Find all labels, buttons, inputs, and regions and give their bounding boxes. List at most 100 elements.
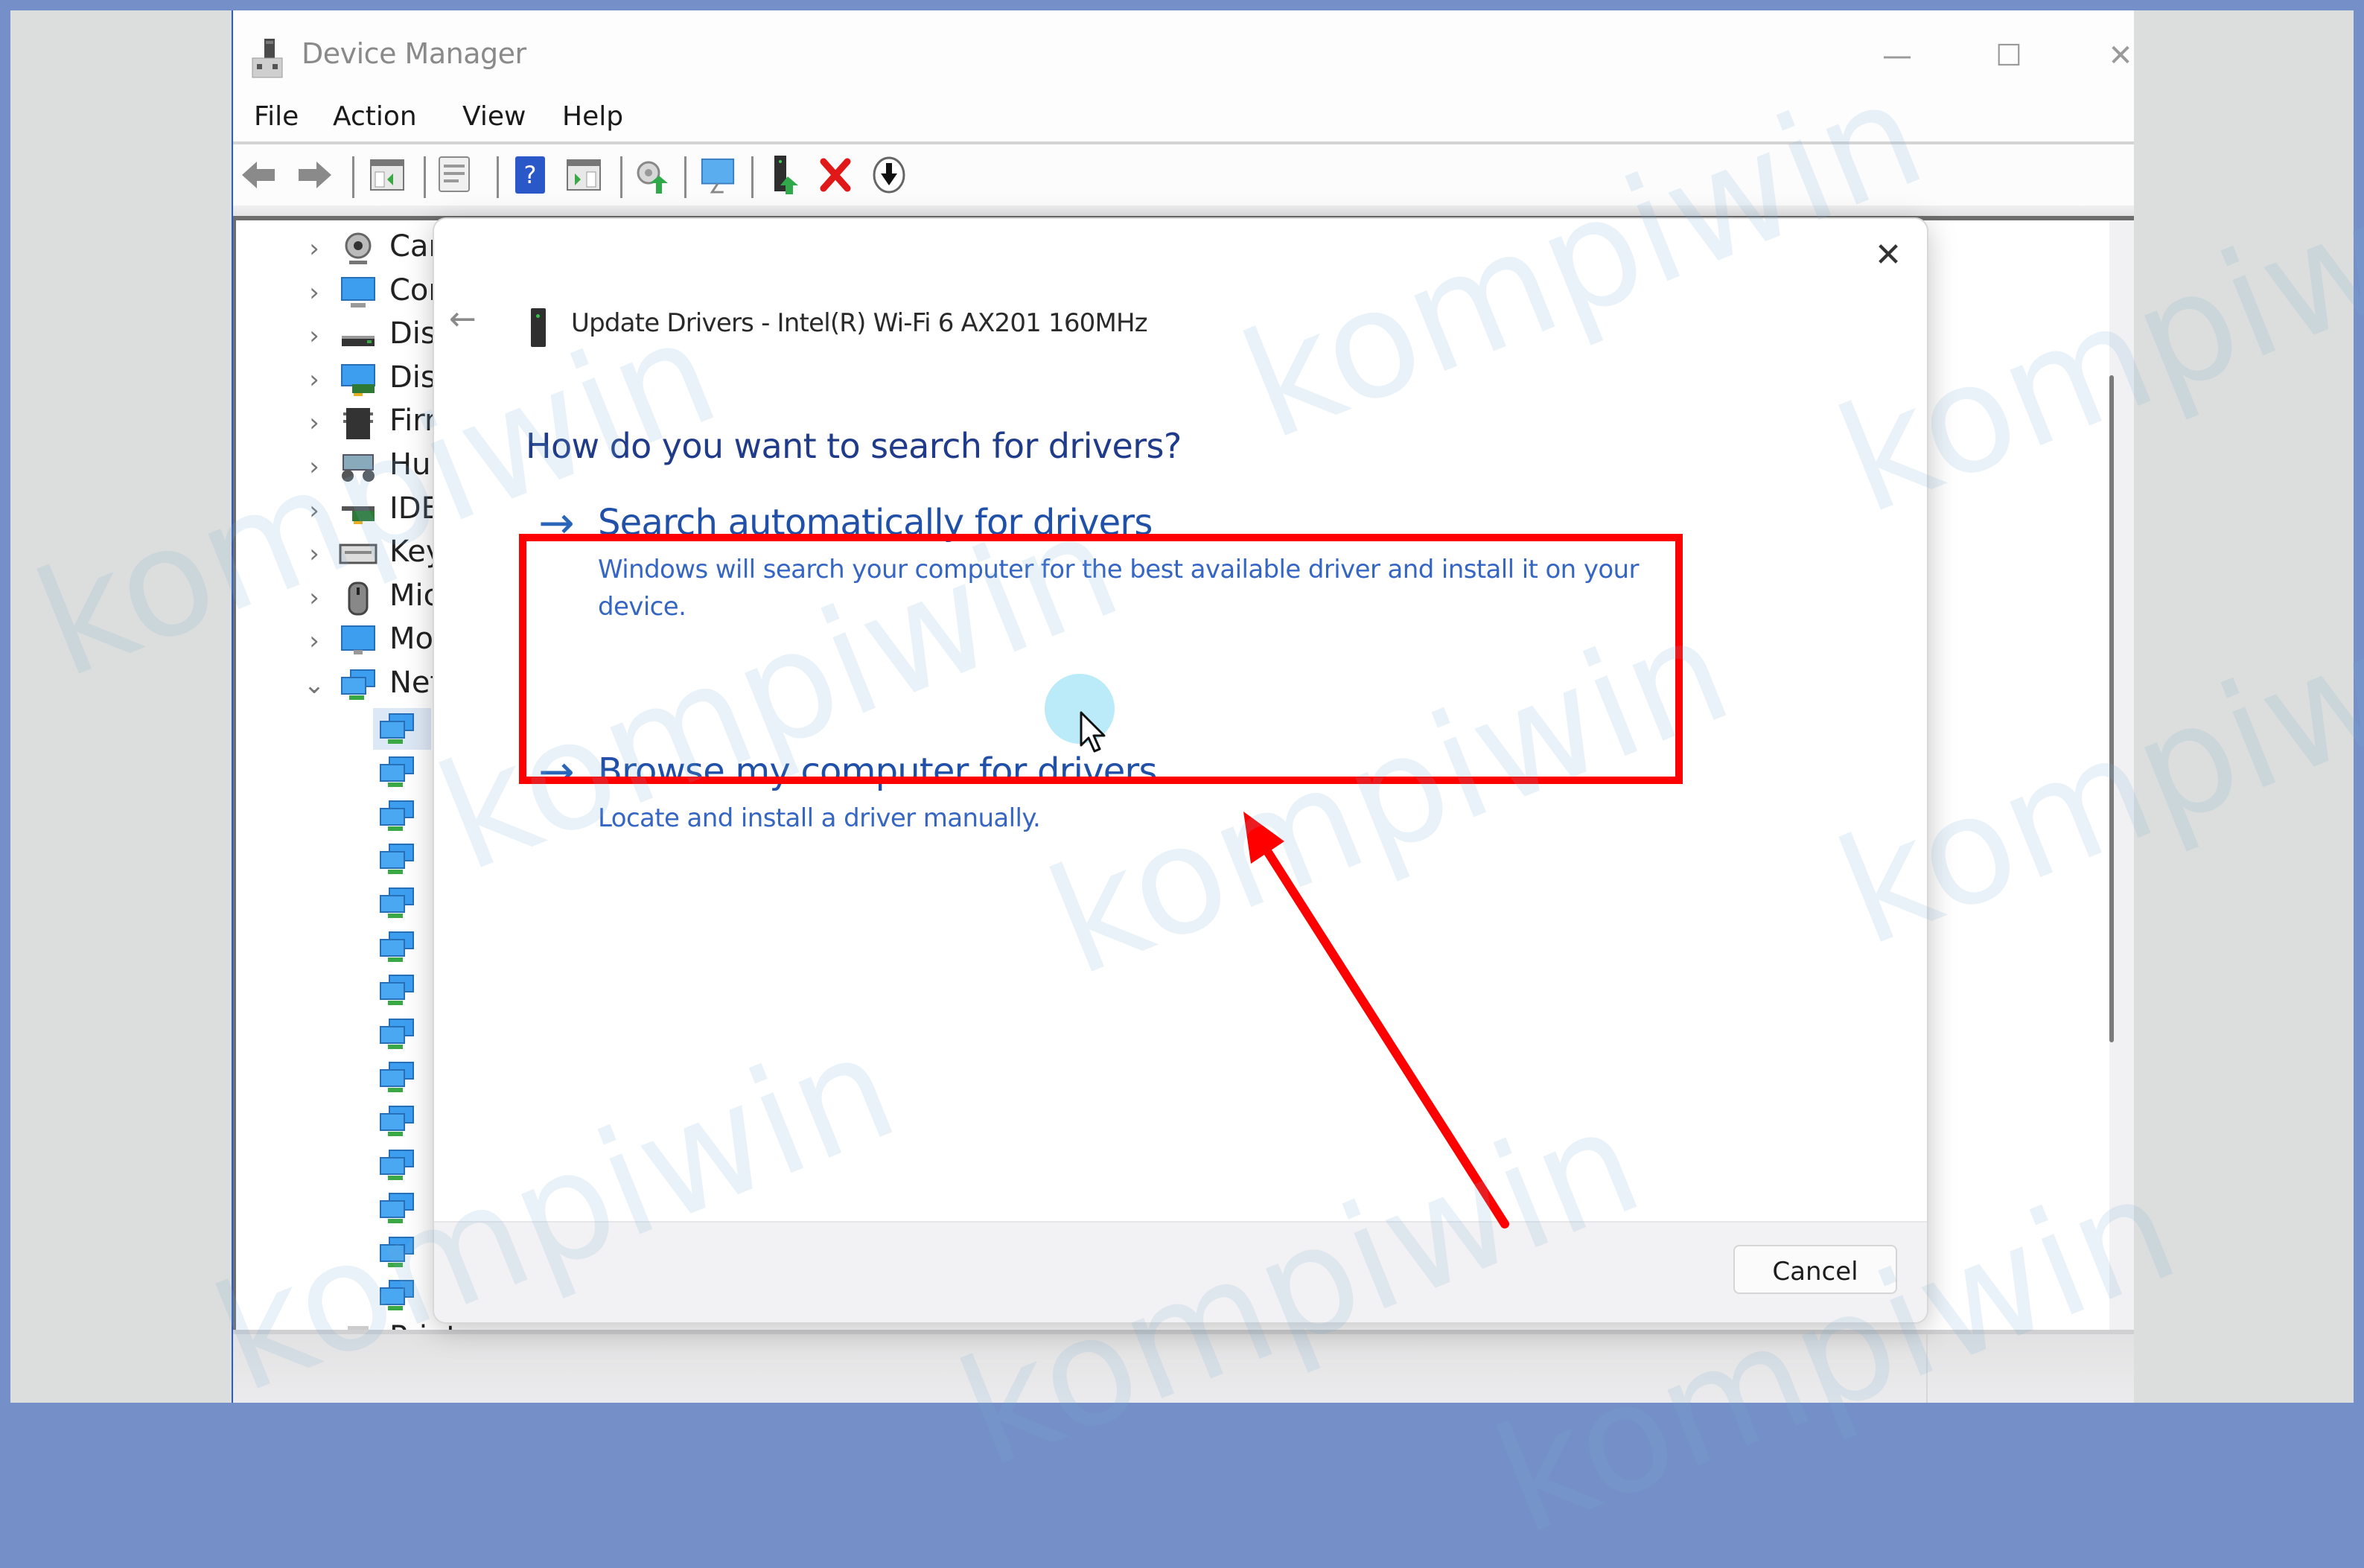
tree-item-category[interactable]: › Mic [236,577,459,620]
uninstall-device-button[interactable] [817,155,854,195]
network-adapter-item[interactable] [377,841,416,877]
minimize-button[interactable]: — [1871,33,1923,79]
monitor-icon [701,158,735,194]
chevron-down-icon[interactable]: ⌄ [303,670,325,700]
firmware-icon [339,405,377,441]
title-bar: Device Manager — ☐ ✕ [233,10,2134,92]
mouse-icon [339,580,377,616]
maximize-icon: ☐ [1995,39,2022,73]
chevron-right-icon[interactable]: › [303,496,325,526]
network-adapter-item[interactable] [377,711,416,747]
toolbar-bottom-border [233,205,2134,216]
toolbar: ? [233,144,2134,205]
network-adapter-item[interactable] [377,1147,416,1183]
menu-view[interactable]: View [462,101,526,132]
close-icon: ✕ [1874,236,1902,274]
chevron-right-icon[interactable]: › [303,365,325,395]
status-bar [233,1330,2134,1403]
network-adapter-icon [377,1236,416,1273]
network-adapter-icon [377,800,416,837]
network-adapter-item[interactable] [377,929,416,965]
tree-item-label: Mic [389,578,440,613]
close-icon: ✕ [2108,39,2133,73]
network-adapter-item[interactable] [377,1234,416,1270]
close-window-button[interactable]: ✕ [2094,33,2134,79]
toolbar-separator [424,156,426,198]
display-adapter-icon [339,362,377,398]
mouse-cursor-icon [1080,711,1106,753]
toolbar-separator [684,156,686,198]
scan-hardware-button[interactable] [634,155,671,195]
disk-drive-icon [339,318,377,354]
chevron-right-icon[interactable]: › [303,408,325,438]
show-hide-console-tree-icon [370,159,404,191]
maximize-button[interactable]: ☐ [1983,33,2035,79]
properties-button[interactable] [436,155,473,195]
tree-item-category[interactable]: › IDE [236,490,459,533]
chevron-right-icon[interactable]: › [303,321,325,351]
dialog-close-button[interactable]: ✕ [1868,235,1908,275]
network-adapter-item[interactable] [377,1103,416,1139]
tree-item-category[interactable]: › Car [236,228,459,271]
help-icon: ? [515,156,545,194]
network-adapter-item[interactable] [377,1059,416,1095]
tree-scrollbar-thumb[interactable] [2109,375,2114,1042]
dialog-back-button[interactable]: ← [449,301,486,338]
device-manager-icon [252,39,283,78]
network-adapter-item[interactable] [377,1016,416,1052]
tree-item-category[interactable]: › Disl [236,315,459,358]
update-driver-icon [774,156,798,194]
minimize-icon: — [1882,39,1912,73]
network-adapter-icon [339,667,377,703]
tree-item-label: Cor [389,273,441,307]
menu-file[interactable]: File [254,101,299,132]
chevron-right-icon[interactable]: › [303,278,325,307]
network-adapter-item[interactable] [377,798,416,834]
chevron-right-icon[interactable]: › [303,583,325,613]
tree-item-category[interactable]: › Disp [236,359,459,402]
chevron-right-icon[interactable]: › [303,539,325,569]
keyboard-icon [339,536,377,572]
toolbar-separator [352,156,354,198]
menu-help[interactable]: Help [562,101,623,132]
option-description: Locate and install a driver manually. [598,803,1041,833]
back-arrow-icon: ← [449,300,477,338]
back-button[interactable] [240,155,278,195]
action-pane-button[interactable] [565,155,602,195]
forward-arrow-icon [299,162,331,188]
network-adapter-icon [377,1106,416,1142]
update-driver-button[interactable] [768,155,805,195]
tree-item-category[interactable]: › Key [236,533,459,576]
tree-item-category[interactable]: › Cor [236,272,459,315]
network-adapter-item[interactable] [377,754,416,790]
network-adapter-icon [377,931,416,968]
network-adapter-item[interactable] [377,885,416,921]
network-adapter-icon [377,756,416,793]
toolbar-separator [620,156,622,198]
network-adapter-icon [377,713,416,750]
tree-item-category[interactable]: › Mo [236,620,459,663]
cancel-button[interactable]: Cancel [1733,1245,1897,1294]
svg-text:?: ? [524,161,537,189]
network-adapter-item[interactable] [377,1278,416,1313]
network-adapter-icon [377,1280,416,1316]
menu-action[interactable]: Action [333,101,417,132]
download-button[interactable] [870,155,908,195]
chevron-right-icon[interactable]: › [303,626,325,656]
dialog-footer: Cancel [434,1221,1927,1322]
uninstall-device-icon [820,158,851,192]
monitor-button[interactable] [699,155,736,195]
tree-item-category[interactable]: › Hur [236,446,459,489]
forward-button[interactable] [296,155,333,195]
chevron-right-icon[interactable]: › [303,234,325,264]
network-adapter-item[interactable] [377,972,416,1008]
tree-item-category[interactable]: › Firn [236,402,459,445]
help-button[interactable]: ? [512,155,549,195]
console-tree-button[interactable] [369,155,406,195]
chevron-right-icon[interactable]: › [303,452,325,482]
toolbar-separator [497,156,499,198]
ide-controller-icon [339,493,377,529]
tree-item-category[interactable]: ⌄ Net [236,664,459,707]
menu-bar: File Action View Help [233,94,2134,147]
network-adapter-item[interactable] [377,1191,416,1226]
